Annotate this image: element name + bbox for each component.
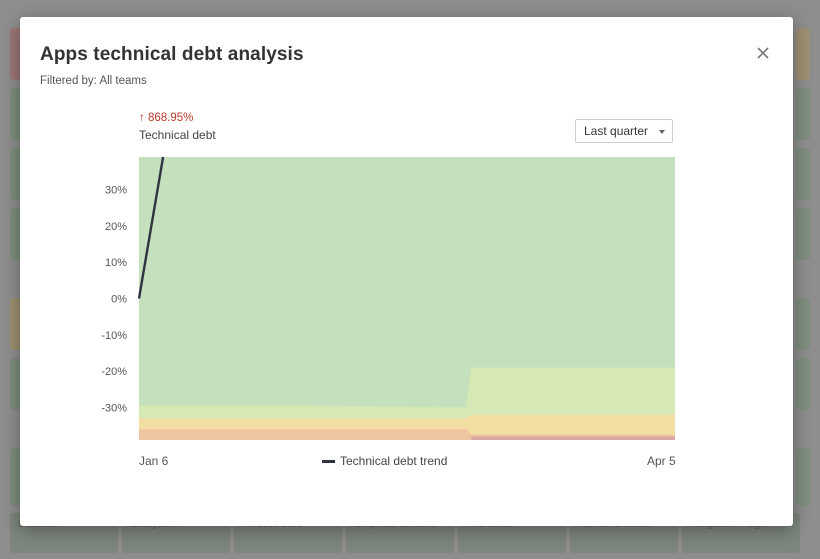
y-tick-label: 30% xyxy=(105,185,127,197)
chart-svg: 30% 20% 10% 0% -10% -20% -30% xyxy=(101,156,675,440)
y-tick-label: 10% xyxy=(105,257,127,269)
chart-legend[interactable]: Technical debt trend xyxy=(322,454,447,468)
filter-summary: Filtered by: All teams xyxy=(40,75,147,87)
change-indicator: ↑ 868.95% xyxy=(139,112,193,124)
legend-swatch xyxy=(322,459,335,463)
y-tick-label: -10% xyxy=(101,330,127,342)
x-axis-end-label: Apr 5 xyxy=(647,454,676,468)
y-tick-label: -20% xyxy=(101,366,127,378)
chart-band-4 xyxy=(471,436,675,440)
close-button[interactable] xyxy=(753,43,773,63)
technical-debt-chart: 30% 20% 10% 0% -10% -20% -30% xyxy=(80,147,690,477)
legend-label: Technical debt trend xyxy=(340,454,448,468)
change-value: 868.95% xyxy=(147,112,194,124)
chevron-down-icon xyxy=(659,130,665,134)
y-tick-label: 0% xyxy=(111,294,127,306)
x-axis-start-label: Jan 6 xyxy=(139,454,169,468)
modal-title: Apps technical debt analysis xyxy=(40,44,304,65)
y-tick-label: 20% xyxy=(105,221,127,233)
time-range-select[interactable]: Last quarter xyxy=(575,119,673,143)
y-tick-label: -30% xyxy=(101,402,127,414)
time-range-value: Last quarter xyxy=(584,124,649,138)
arrow-up-icon: ↑ xyxy=(139,112,145,124)
close-icon xyxy=(757,47,769,59)
change-label: Technical debt xyxy=(139,128,216,142)
analysis-modal: Apps technical debt analysis Filtered by… xyxy=(20,17,793,526)
